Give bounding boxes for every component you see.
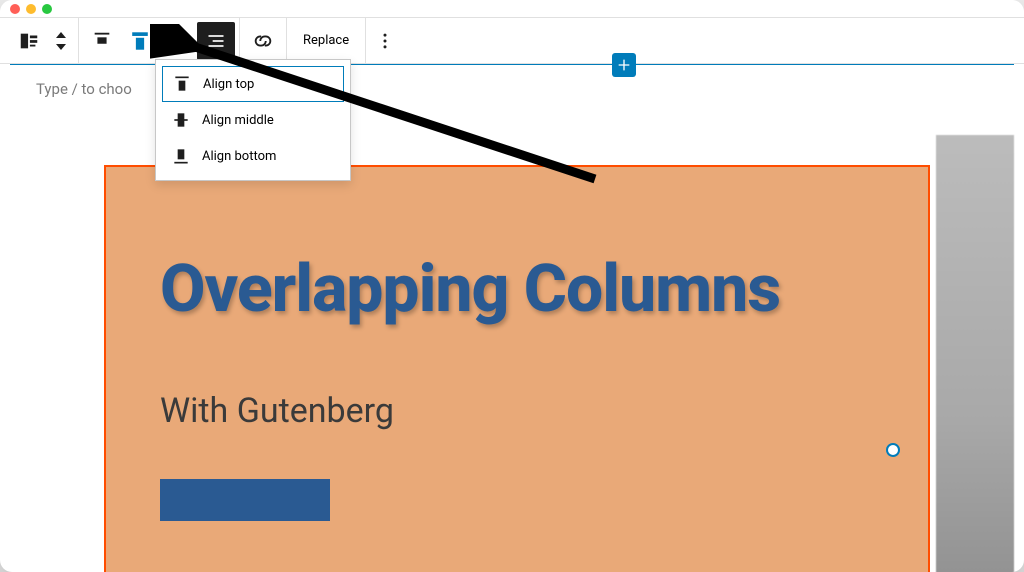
- paragraph-placeholder[interactable]: Type / to choo: [36, 80, 132, 98]
- app-window: Replace Type / to choo Align top Align m…: [0, 0, 1024, 572]
- align-bottom-icon: [170, 145, 192, 167]
- background-image-column: [936, 135, 1014, 572]
- text-align-button[interactable]: [197, 22, 235, 60]
- dropdown-item-label: Align top: [203, 77, 254, 92]
- heading-block[interactable]: Overlapping Columns: [160, 251, 780, 328]
- plus-icon: [616, 57, 632, 73]
- align-width-button[interactable]: [159, 22, 197, 60]
- align-bottom-option[interactable]: Align bottom: [162, 138, 344, 174]
- move-controls: [48, 18, 74, 63]
- editor-canvas: Overlapping Columns With Gutenberg: [10, 165, 1014, 572]
- dropdown-item-label: Align bottom: [202, 149, 276, 164]
- align-middle-option[interactable]: Align middle: [162, 102, 344, 138]
- align-top-option[interactable]: Align top: [162, 66, 344, 102]
- align-top-icon: [171, 73, 193, 95]
- minimize-window-button[interactable]: [26, 4, 36, 14]
- block-type-button[interactable]: [10, 22, 48, 60]
- column-block[interactable]: Overlapping Columns With Gutenberg: [104, 165, 930, 572]
- subheading-block[interactable]: With Gutenberg: [160, 391, 394, 431]
- vertical-align-dropdown: Align top Align middle Align bottom: [155, 59, 351, 181]
- resize-handle[interactable]: [886, 443, 900, 457]
- align-middle-icon: [170, 109, 192, 131]
- move-down-button[interactable]: [56, 44, 66, 50]
- block-toolbar: Replace: [0, 18, 1024, 64]
- move-up-button[interactable]: [56, 32, 66, 38]
- more-options-button[interactable]: [366, 22, 404, 60]
- maximize-window-button[interactable]: [42, 4, 52, 14]
- close-window-button[interactable]: [10, 4, 20, 14]
- link-button[interactable]: [244, 22, 282, 60]
- align-vertical-button[interactable]: [121, 22, 159, 60]
- button-block[interactable]: [160, 479, 330, 521]
- titlebar: [0, 0, 1024, 18]
- replace-button[interactable]: Replace: [291, 22, 361, 60]
- add-block-button[interactable]: [612, 53, 636, 77]
- align-horizontal-button[interactable]: [83, 22, 121, 60]
- dropdown-item-label: Align middle: [202, 113, 274, 128]
